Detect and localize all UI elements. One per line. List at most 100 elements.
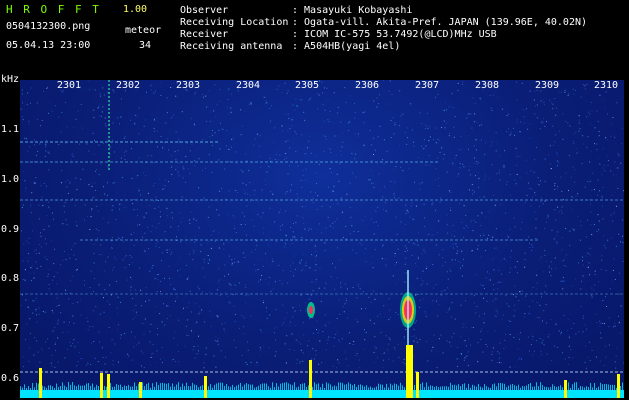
baseline-spike — [122, 386, 123, 390]
baseline-spike — [616, 387, 617, 390]
baseline-spike — [492, 384, 493, 390]
baseline-spike — [266, 383, 267, 390]
baseline-spike — [68, 382, 69, 390]
baseline-spike — [208, 386, 209, 390]
baseline-spike — [184, 386, 185, 390]
baseline-spike — [56, 383, 57, 390]
baseline-spike — [358, 384, 359, 390]
baseline-spike — [366, 385, 367, 390]
baseline-spike — [166, 383, 167, 390]
baseline-spike — [46, 387, 47, 390]
baseline-spike — [368, 387, 369, 390]
baseline-spike — [230, 386, 231, 390]
baseline-spike — [280, 383, 281, 390]
baseline-spike — [258, 385, 259, 390]
baseline-spike — [422, 382, 423, 390]
baseline-spike — [614, 384, 615, 390]
baseline-spike — [620, 385, 621, 390]
baseline-spike — [290, 384, 291, 390]
baseline-spike — [314, 382, 315, 390]
x-tick-label: 2303 — [176, 80, 201, 91]
baseline-spike — [424, 387, 425, 390]
baseline-spike — [216, 383, 217, 390]
baseline-spike — [304, 383, 305, 390]
baseline-spike — [64, 385, 65, 390]
baseline-spike — [380, 384, 381, 390]
baseline-spike — [470, 387, 471, 390]
baseline-spike — [196, 385, 197, 390]
baseline-spike — [376, 386, 377, 390]
baseline-spike — [344, 384, 345, 390]
baseline-spike — [444, 386, 445, 390]
baseline-spike — [246, 383, 247, 390]
baseline-spike — [598, 386, 599, 390]
baseline-spike — [532, 386, 533, 390]
baseline-spike — [474, 385, 475, 390]
baseline-spike — [134, 382, 135, 390]
baseline-spike — [578, 387, 579, 390]
baseline-spike — [98, 385, 99, 390]
meteor-echo-small — [307, 302, 315, 318]
baseline-spike — [260, 384, 261, 390]
meteor-burst — [100, 373, 103, 398]
baseline-spike — [180, 386, 181, 390]
meteor-burst — [617, 374, 620, 398]
info-label-antenna: Receiving antenna — [180, 41, 283, 52]
baseline-spike — [150, 387, 151, 390]
baseline-spike — [414, 384, 415, 390]
baseline-spike — [510, 384, 511, 390]
info-label-observer: Observer — [180, 5, 229, 16]
baseline-spike — [182, 383, 183, 390]
baseline-spike — [496, 386, 497, 390]
baseline-spike — [520, 387, 521, 390]
y-tick-label: 1.1 — [1, 124, 20, 135]
baseline-spike — [550, 387, 551, 390]
x-tick-label: 2309 — [535, 80, 560, 91]
info-label-location: Receiving Location — [180, 17, 289, 28]
baseline-spike — [372, 387, 373, 390]
baseline-spike — [112, 386, 113, 390]
hroft-display: H R O F F T 1.00 0504132300.png meteor 0… — [0, 0, 629, 400]
baseline-spike — [312, 386, 313, 390]
baseline-spike — [76, 386, 77, 390]
baseline-spike — [334, 385, 335, 390]
baseline-spike — [298, 386, 299, 390]
baseline-spike — [302, 383, 303, 390]
baseline-spike — [294, 382, 295, 390]
baseline-spike — [128, 384, 129, 390]
baseline-spike — [118, 385, 119, 390]
baseline-spike — [514, 385, 515, 390]
baseline-spike — [384, 387, 385, 390]
baseline-spike — [74, 385, 75, 390]
baseline-spike — [38, 383, 39, 390]
baseline-spike — [228, 386, 229, 390]
meteor-burst — [39, 368, 42, 398]
version-label: 1.00 — [123, 4, 148, 15]
x-tick-label: 2308 — [475, 80, 500, 91]
baseline-spike — [464, 383, 465, 390]
baseline-spike — [276, 383, 277, 390]
baseline-spike — [436, 386, 437, 390]
baseline-spike — [264, 383, 265, 390]
baseline-spike — [200, 386, 201, 390]
baseline-spike — [284, 382, 285, 390]
baseline-spike — [362, 385, 363, 390]
baseline-spike — [308, 385, 309, 390]
baseline-spike — [232, 384, 233, 390]
baseline-spike — [244, 384, 245, 390]
baseline-spike — [168, 383, 169, 390]
baseline-spike — [236, 385, 237, 390]
meteor-burst — [309, 360, 312, 398]
y-tick-label: 1.0 — [1, 174, 20, 185]
baseline-spike — [306, 386, 307, 390]
baseline-spike — [26, 387, 27, 390]
y-unit-label: kHz — [1, 74, 20, 85]
baseline-spike — [562, 387, 563, 390]
baseline-spike — [536, 382, 537, 390]
baseline-spike — [188, 386, 189, 390]
baseline-spike — [572, 384, 573, 390]
baseline-spike — [86, 383, 87, 390]
info-value-observer: : Masayuki Kobayashi — [292, 5, 413, 16]
baseline-spike — [224, 385, 225, 390]
baseline-spike — [218, 382, 219, 390]
